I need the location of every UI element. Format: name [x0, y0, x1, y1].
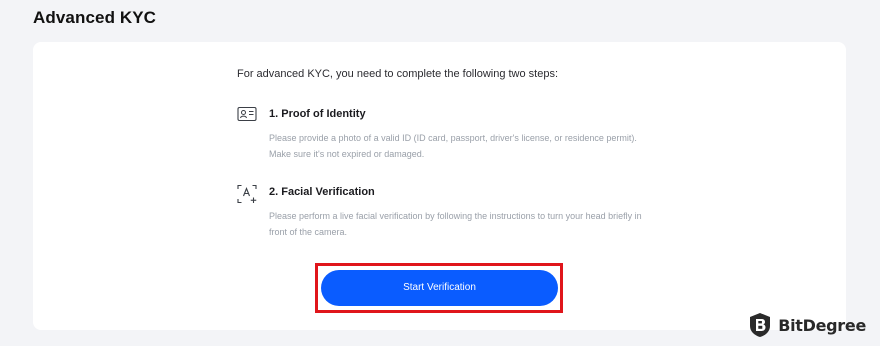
step-title: 1. Proof of Identity [269, 108, 366, 120]
face-scan-icon [237, 184, 257, 204]
page-title: Advanced KYC [33, 8, 157, 27]
start-verification-button[interactable]: Start Verification [321, 270, 558, 306]
id-card-icon [237, 106, 257, 124]
intro-text: For advanced KYC, you need to complete t… [237, 68, 559, 80]
step-description: Please provide a photo of a valid ID (ID… [269, 133, 637, 159]
step-description: Please perform a live facial verificatio… [269, 211, 642, 237]
kyc-card: For advanced KYC, you need to complete t… [33, 42, 846, 330]
bitdegree-watermark: BitDegree [748, 312, 866, 338]
bitdegree-logo-icon [748, 312, 772, 338]
watermark-text: BitDegree [778, 315, 866, 335]
step-title: 2. Facial Verification [269, 186, 375, 198]
